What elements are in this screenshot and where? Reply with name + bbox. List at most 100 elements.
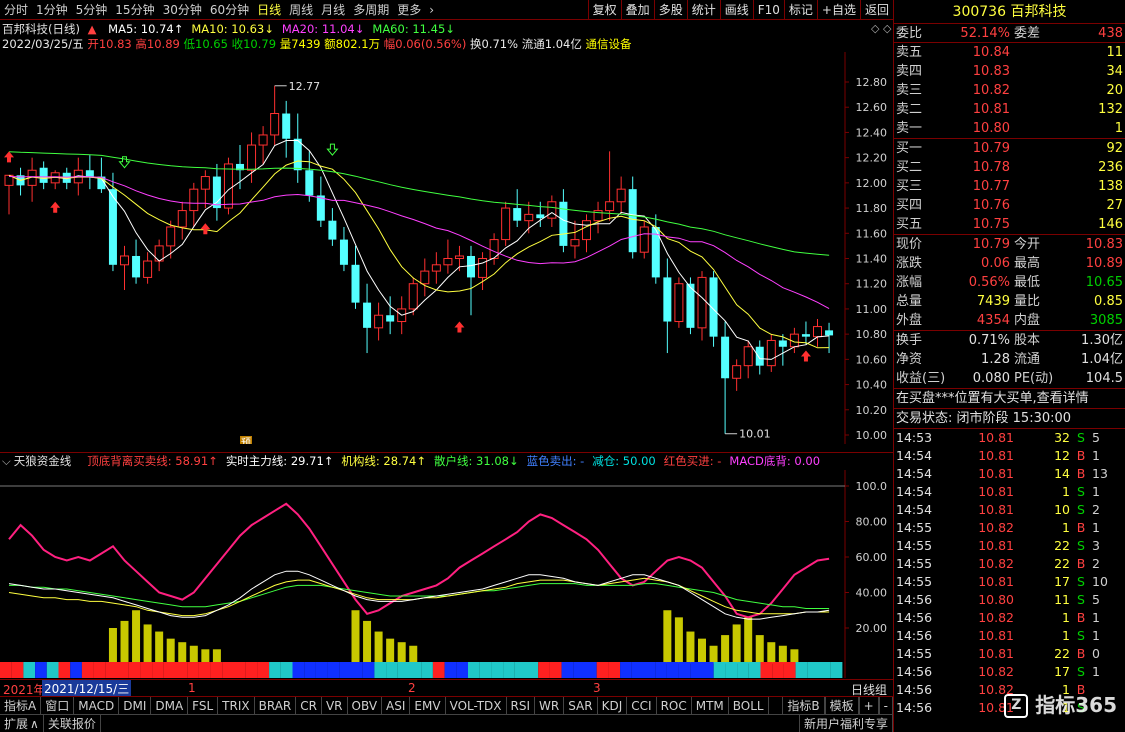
indicator-tab-15[interactable]: WR bbox=[535, 696, 565, 715]
indicator-expand-icon[interactable]: ⌵ bbox=[2, 453, 11, 469]
asks-row-3[interactable]: 卖二 10.81 132 bbox=[894, 100, 1125, 119]
indicator-tab-19[interactable]: ROC bbox=[657, 696, 692, 715]
indicator-tab-5[interactable]: FSL bbox=[188, 696, 219, 715]
indicator-tab-21[interactable]: BOLL bbox=[729, 696, 769, 715]
indicator-tab-4[interactable]: DMA bbox=[151, 696, 189, 715]
indicator-tab-6[interactable]: TRIX bbox=[218, 696, 255, 715]
signal-strip-cell bbox=[280, 662, 293, 678]
period-tab-3[interactable]: 15分钟 bbox=[111, 0, 158, 20]
candle-body bbox=[258, 134, 268, 146]
tool-button-8[interactable]: 返回 bbox=[859, 0, 893, 20]
tick-list[interactable]: 14:53 10.81 32 S 5 14:54 10.81 12 B 1 14:54 10.81 14… bbox=[894, 429, 1125, 717]
indicator-tab-18[interactable]: CCI bbox=[627, 696, 657, 715]
bids-row-2[interactable]: 买三 10.77 138 bbox=[894, 177, 1125, 196]
reversal-line bbox=[8, 502, 830, 619]
quote-value: 0.85 bbox=[1094, 294, 1123, 309]
indicator-tab-11[interactable]: ASI bbox=[382, 696, 411, 715]
period-tab-9[interactable]: 多周期 bbox=[349, 0, 393, 20]
asks-row-4[interactable]: 卖一 10.80 1 bbox=[894, 119, 1125, 138]
tool-button-1[interactable]: 叠加 bbox=[620, 0, 654, 20]
price-axis-label: 10.20 bbox=[856, 404, 888, 417]
bids-row-0[interactable]: 买一 10.79 92 bbox=[894, 139, 1125, 158]
quote-label: 涨幅 bbox=[896, 275, 923, 290]
bids-row-4[interactable]: 买五 10.75 146 bbox=[894, 215, 1125, 234]
tool-button-7[interactable]: +自选 bbox=[816, 0, 860, 20]
fundamental-label: 换手 bbox=[896, 333, 923, 348]
signal-strip-cell bbox=[339, 662, 351, 678]
indicator-chart[interactable]: 100.0 80.00 60.00 40.00 20.00 bbox=[0, 470, 893, 678]
period-tab-7[interactable]: 周线 bbox=[285, 0, 317, 20]
indicator-tab-0[interactable]: 指标A bbox=[0, 696, 42, 715]
asks-row-1[interactable]: 卖四 10.83 34 bbox=[894, 62, 1125, 81]
candlestick-chart[interactable]: 12.80 12.60 12.40 12.20 12.00 11.80 11.60 11.40… bbox=[0, 52, 893, 444]
tool-button-3[interactable]: 统计 bbox=[686, 0, 720, 20]
indicator-tab-10[interactable]: OBV bbox=[348, 696, 383, 715]
signal-strip-cell bbox=[702, 662, 714, 678]
indicator-tab-7[interactable]: BRAR bbox=[255, 696, 297, 715]
period-tab-8[interactable]: 月线 bbox=[317, 0, 349, 20]
tick-row-2: 14:54 10.81 14 B 13 bbox=[894, 465, 1125, 483]
period-tab-2[interactable]: 5分钟 bbox=[72, 0, 112, 20]
ma-item-0: MA5: 10.74↑ bbox=[108, 22, 183, 36]
indicator-tab-right-3[interactable]: - bbox=[878, 696, 893, 715]
bids-row-3[interactable]: 买四 10.76 27 bbox=[894, 196, 1125, 215]
tick-row-11: 14:56 10.81 1 S 1 bbox=[894, 627, 1125, 645]
indicator-tab-right-0[interactable]: 指标B bbox=[782, 696, 825, 715]
period-tab-6[interactable]: 日线 bbox=[253, 0, 285, 20]
indicator-tab-right-2[interactable]: + bbox=[858, 696, 879, 715]
ma-values: MA5: 10.74↑ MA10: 10.63↓ MA20: 11.04↓ MA60:… bbox=[100, 22, 455, 36]
bids-volume: 146 bbox=[1098, 217, 1123, 232]
indicator-tab-3[interactable]: DMI bbox=[119, 696, 152, 715]
related-quotes-tab[interactable]: 关联报价 bbox=[44, 714, 101, 732]
quote-label: 外盘 bbox=[896, 313, 923, 328]
big-order-notice[interactable]: 在买盘***位置有大买单,查看详情 bbox=[894, 389, 1125, 409]
new-user-benefit-link[interactable]: 新用户福利专享 bbox=[798, 714, 893, 732]
signal-strip-cell bbox=[35, 662, 47, 678]
tool-button-2[interactable]: 多股 bbox=[653, 0, 687, 20]
period-tab-0[interactable]: 分时 bbox=[0, 0, 32, 20]
indicator-tab-9[interactable]: VR bbox=[322, 696, 348, 715]
candle-body bbox=[605, 201, 615, 212]
price-axis-label: 11.40 bbox=[856, 253, 888, 266]
weibi-row: 委比 52.14% 委差 438 bbox=[894, 24, 1125, 43]
period-tab-1[interactable]: 1分钟 bbox=[32, 0, 72, 20]
tick-count: 1 bbox=[1092, 520, 1100, 535]
signal-strip-cell bbox=[760, 662, 773, 678]
indicator-name[interactable]: 天狼资金线 bbox=[14, 453, 72, 469]
period-tab-4[interactable]: 30分钟 bbox=[159, 0, 206, 20]
indicator-bar bbox=[663, 610, 672, 664]
period-tab-5[interactable]: 60分钟 bbox=[206, 0, 253, 20]
signal-strip-cell bbox=[292, 662, 305, 678]
expand-tab[interactable]: 扩展 ∧ bbox=[0, 714, 44, 732]
indicator-tab-2[interactable]: MACD bbox=[74, 696, 120, 715]
indicator-tab-right-1[interactable]: 模板 bbox=[824, 696, 859, 715]
tool-button-0[interactable]: 复权 bbox=[587, 0, 621, 20]
indicator-tab-20[interactable]: MTM bbox=[692, 696, 729, 715]
candle-body bbox=[339, 239, 348, 265]
tool-button-4[interactable]: 画线 bbox=[719, 0, 753, 20]
candle-body bbox=[721, 336, 730, 379]
indicator-tab-12[interactable]: EMV bbox=[410, 696, 446, 715]
tool-button-6[interactable]: 标记 bbox=[783, 0, 817, 20]
indicator-tab-8[interactable]: CR bbox=[296, 696, 322, 715]
tick-volume: 1 bbox=[1062, 610, 1070, 625]
tick-time: 14:54 bbox=[896, 448, 933, 463]
tool-button-5[interactable]: F10 bbox=[752, 0, 784, 20]
period-tab-10[interactable]: 更多 bbox=[393, 0, 425, 20]
tick-side: B bbox=[1076, 520, 1086, 535]
more-arrow-icon[interactable]: › bbox=[425, 0, 438, 20]
indicator-tab-1[interactable]: 窗口 bbox=[41, 696, 75, 715]
indicator-tab-17[interactable]: KDJ bbox=[598, 696, 628, 715]
quote-row-1: 涨跌 0.06 最高 10.89 bbox=[894, 254, 1125, 273]
asks-row-2[interactable]: 卖三 10.82 20 bbox=[894, 81, 1125, 100]
industry-label[interactable]: 通信设备 bbox=[585, 37, 631, 51]
asks-row-0[interactable]: 卖五 10.84 11 bbox=[894, 43, 1125, 62]
signal-strip-cell bbox=[444, 662, 457, 678]
tick-volume: 17 bbox=[1054, 574, 1070, 589]
tick-count: 2 bbox=[1092, 502, 1100, 517]
indicator-tab-16[interactable]: SAR bbox=[564, 696, 598, 715]
indicator-tab-13[interactable]: VOL-TDX bbox=[446, 696, 507, 715]
bids-row-1[interactable]: 买二 10.78 236 bbox=[894, 158, 1125, 177]
asks-price: 10.80 bbox=[972, 121, 1010, 136]
indicator-tab-14[interactable]: RSI bbox=[507, 696, 536, 715]
